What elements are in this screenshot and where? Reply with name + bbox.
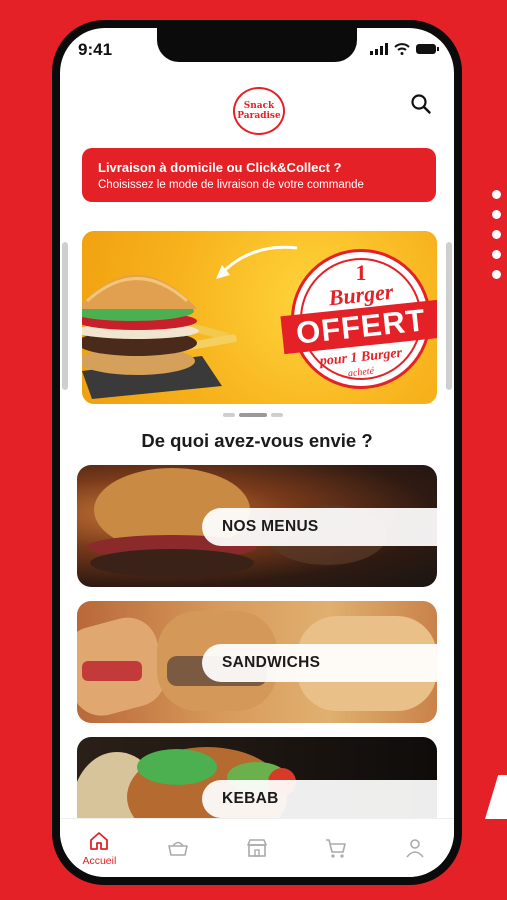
arrow-icon (216, 245, 298, 279)
background-slash (485, 775, 507, 819)
category-card-menus[interactable]: NOS MENUS (77, 465, 437, 587)
nav-item-cart[interactable] (301, 836, 371, 860)
home-icon (90, 832, 109, 850)
category-card-sandwichs[interactable]: SANDWICHS (77, 601, 437, 723)
status-time: 9:41 (78, 40, 113, 59)
bottom-nav: Accueil (60, 818, 454, 877)
background-dots (492, 190, 501, 279)
store-icon (247, 839, 267, 857)
signal-icon (370, 43, 388, 55)
nav-item-home[interactable]: Accueil (64, 829, 134, 867)
wifi-icon (394, 43, 410, 55)
battery-icon (416, 44, 439, 54)
nav-item-basket[interactable] (143, 836, 213, 860)
promo-badge: 1 Burger OFFERT pour 1 Burger acheté (280, 249, 437, 389)
notch (157, 28, 357, 62)
delivery-title: Livraison à domicile ou Click&Collect ? (98, 160, 342, 175)
basket-icon (168, 841, 188, 856)
cart-icon (325, 839, 346, 858)
promo-banner[interactable]: 1 Burger OFFERT pour 1 Burger acheté (82, 231, 437, 404)
carousel-next-peek[interactable] (446, 242, 452, 390)
nav-item-account[interactable] (380, 836, 450, 860)
status-icons (370, 43, 439, 55)
delivery-subtitle: Choisissez le mode de livraison de votre… (98, 179, 364, 191)
user-icon (405, 839, 424, 858)
category-label: KEBAB (202, 780, 437, 818)
delivery-mode-banner[interactable]: Livraison à domicile ou Click&Collect ? … (82, 148, 436, 202)
phone-frame: 9:41 Snack Paradise Livraison à domicile… (52, 20, 462, 885)
nav-item-store[interactable] (222, 836, 292, 860)
logo-line1: Snack (243, 101, 275, 111)
category-label: NOS MENUS (202, 508, 437, 546)
category-label: SANDWICHS (202, 644, 437, 682)
app-screen: 9:41 Snack Paradise Livraison à domicile… (60, 28, 454, 877)
nav-label-home: Accueil (82, 855, 117, 867)
carousel-pager (223, 413, 283, 417)
carousel-prev-peek[interactable] (62, 242, 68, 390)
search-icon[interactable] (410, 93, 432, 115)
logo-line2: Paradise (237, 111, 281, 121)
section-title: De quoi avez-vous envie ? (141, 430, 373, 451)
brand-logo[interactable]: Snack Paradise (233, 87, 285, 135)
